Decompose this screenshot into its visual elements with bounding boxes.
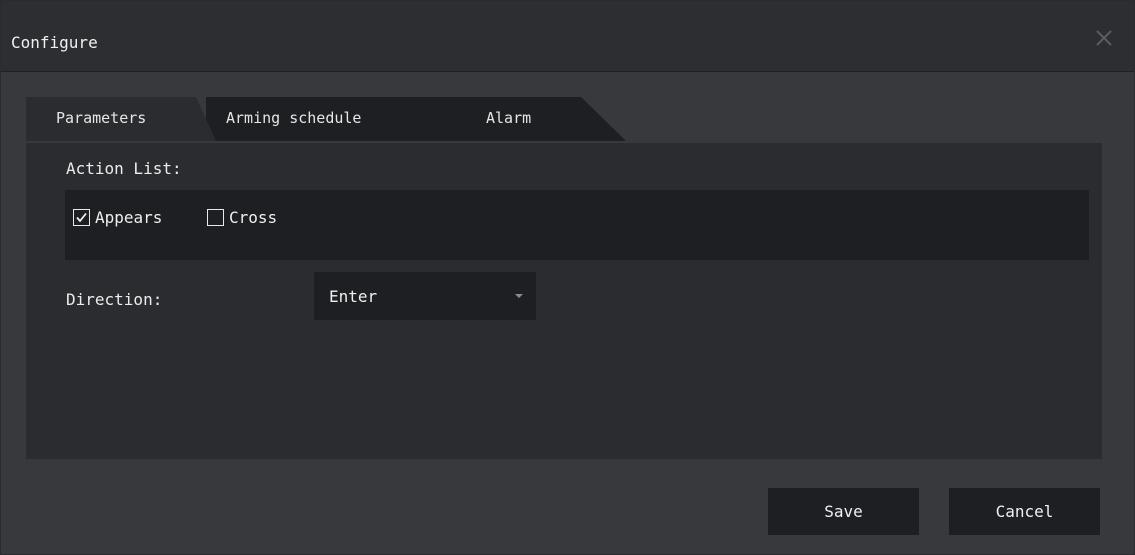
- cross-checkbox[interactable]: Cross: [207, 207, 277, 227]
- checkbox-unchecked-icon[interactable]: [207, 208, 224, 226]
- direction-select[interactable]: Enter: [314, 272, 536, 320]
- tab-alarm-label: Alarm: [486, 109, 532, 127]
- tab-parameters-label: Parameters: [56, 109, 147, 127]
- checkbox-checked-icon[interactable]: [73, 208, 90, 226]
- cross-label: Cross: [229, 207, 278, 227]
- save-button[interactable]: Save: [768, 488, 919, 535]
- action-list: Appears Cross: [65, 190, 1089, 260]
- appears-checkbox[interactable]: Appears: [73, 207, 162, 227]
- close-icon[interactable]: [1091, 25, 1117, 51]
- chevron-down-icon: [515, 294, 523, 298]
- tab-alarm[interactable]: Alarm: [411, 97, 626, 141]
- tab-arming-schedule[interactable]: Arming schedule: [206, 97, 436, 141]
- direction-value: Enter: [329, 287, 378, 306]
- appears-label: Appears: [95, 207, 163, 227]
- direction-label: Direction:: [66, 290, 163, 309]
- title-bar: Configure: [1, 1, 1134, 72]
- tab-arming-schedule-label: Arming schedule: [226, 109, 362, 127]
- configure-dialog: Configure Alarm Arming schedule Paramete…: [0, 0, 1135, 555]
- dialog-title: Configure: [11, 33, 98, 52]
- tab-bar: Alarm Arming schedule Parameters: [26, 97, 726, 143]
- tab-parameters[interactable]: Parameters: [26, 97, 216, 141]
- parameters-panel: Action List: Appears Cross Direction: En…: [26, 143, 1102, 459]
- action-list-label: Action List:: [66, 159, 182, 178]
- cancel-button[interactable]: Cancel: [949, 488, 1100, 535]
